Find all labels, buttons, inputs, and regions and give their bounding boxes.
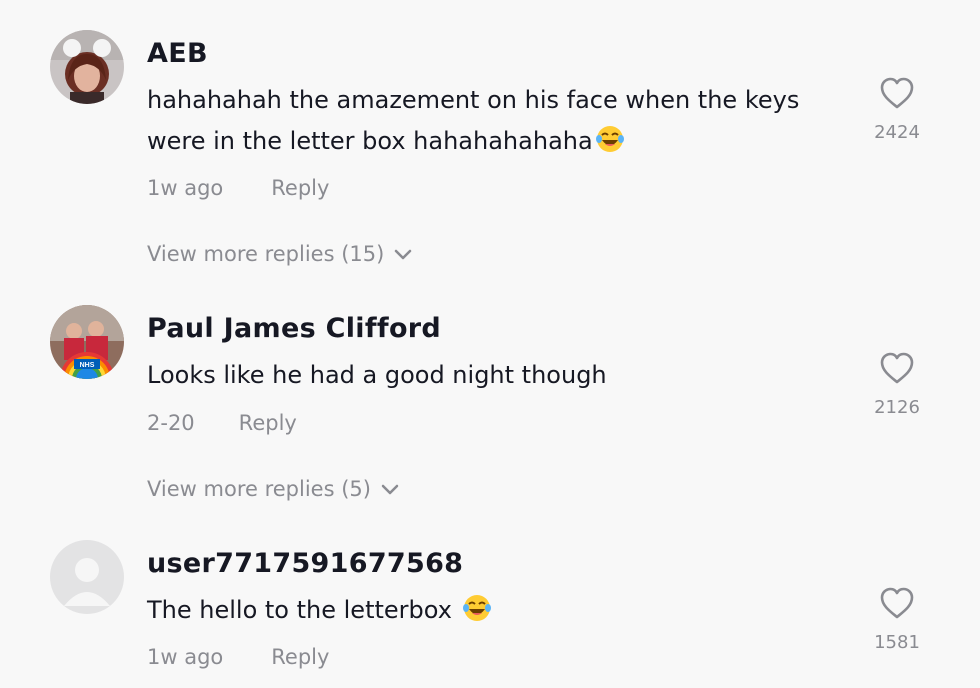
comment-text: hahahahah the amazement on his face when… (147, 80, 857, 162)
comment-meta: 2-20 Reply (147, 411, 297, 435)
avatar[interactable] (50, 30, 124, 104)
chevron-down-icon (395, 249, 412, 260)
comment-text: Looks like he had a good night though (147, 355, 857, 396)
comment-time: 1w ago (147, 176, 224, 200)
reply-button[interactable]: Reply (271, 645, 329, 669)
like-count: 2126 (874, 397, 920, 418)
comment-text-body: Looks like he had a good night though (147, 361, 607, 389)
heart-icon[interactable] (879, 586, 915, 620)
comment-username[interactable]: user7717591677568 (147, 548, 463, 579)
like-control: 2126 (862, 351, 932, 418)
like-control: 1581 (862, 586, 932, 653)
nhs-badge: NHS (80, 362, 95, 369)
reply-button[interactable]: Reply (239, 411, 297, 435)
comment-time: 2-20 (147, 411, 195, 435)
like-control: 2424 (862, 76, 932, 143)
default-avatar-icon (50, 540, 124, 614)
laughing-tears-emoji-icon (595, 124, 625, 154)
comment-list: AEB hahahahah the amazement on his face … (0, 0, 980, 688)
laughing-tears-emoji-icon (462, 593, 492, 623)
view-more-replies[interactable]: View more replies (5) (147, 477, 399, 501)
view-more-label: View more replies (5) (147, 477, 371, 501)
comment-meta: 1w ago Reply (147, 176, 329, 200)
profile-photo-icon: NHS (50, 305, 124, 379)
avatar[interactable] (50, 540, 124, 614)
view-more-replies[interactable]: View more replies (15) (147, 242, 412, 266)
profile-photo-icon (50, 30, 124, 104)
view-more-label: View more replies (15) (147, 242, 385, 266)
comment-meta: 1w ago Reply (147, 645, 329, 669)
comment-username[interactable]: AEB (147, 38, 208, 69)
comment-time: 1w ago (147, 645, 224, 669)
like-count: 2424 (874, 122, 920, 143)
reply-button[interactable]: Reply (271, 176, 329, 200)
comment-text-body: hahahahah the amazement on his face when… (147, 86, 800, 155)
chevron-down-icon (381, 484, 399, 495)
comment-text-body: The hello to the letterbox (147, 596, 452, 624)
comment-text: The hello to the letterbox (147, 590, 857, 631)
like-count: 1581 (874, 632, 920, 653)
heart-icon[interactable] (879, 76, 915, 110)
heart-icon[interactable] (879, 351, 915, 385)
comment-username[interactable]: Paul James Clifford (147, 313, 441, 344)
avatar[interactable]: NHS (50, 305, 124, 379)
